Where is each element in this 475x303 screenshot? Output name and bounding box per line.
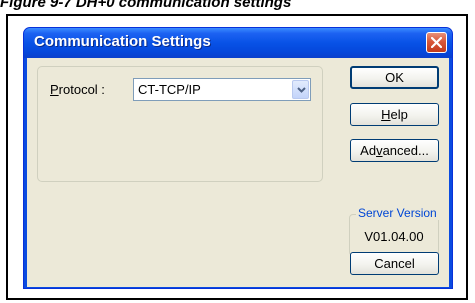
server-version-group: Server Version V01.04.00 bbox=[349, 206, 439, 256]
protocol-label-accel: P bbox=[50, 82, 59, 97]
chevron-down-icon bbox=[297, 87, 306, 93]
help-button-rest: elp bbox=[390, 107, 408, 122]
protocol-select[interactable]: CT-TCP/IP bbox=[133, 78, 311, 101]
close-icon bbox=[431, 37, 442, 48]
cancel-button[interactable]: Cancel bbox=[350, 252, 439, 275]
figure-caption: Figure 9-7 DH+0 communication settings bbox=[0, 0, 292, 11]
help-button-accel: H bbox=[381, 107, 391, 122]
protocol-group: Protocol : CT-TCP/IP bbox=[37, 66, 323, 182]
window-title: Communication Settings bbox=[34, 33, 211, 50]
server-version-legend: Server Version bbox=[356, 206, 439, 220]
protocol-label: Protocol : bbox=[50, 82, 105, 97]
advanced-button-post: anced... bbox=[382, 143, 429, 158]
title-bar[interactable]: Communication Settings bbox=[24, 28, 452, 58]
server-version-value: V01.04.00 bbox=[364, 229, 424, 244]
help-button[interactable]: Help bbox=[350, 103, 439, 126]
close-button[interactable] bbox=[426, 32, 447, 53]
advanced-button-pre: Ad bbox=[360, 143, 377, 158]
protocol-select-value: CT-TCP/IP bbox=[138, 82, 201, 97]
protocol-dropdown-button[interactable] bbox=[292, 80, 309, 99]
ok-button[interactable]: OK bbox=[350, 66, 439, 89]
dialog-client-area: Protocol : CT-TCP/IP OK Help Advanced...… bbox=[27, 58, 449, 287]
dialog-window: Communication Settings Protocol : CT-TCP… bbox=[23, 27, 453, 289]
advanced-button[interactable]: Advanced... bbox=[350, 139, 439, 162]
protocol-label-rest: rotocol : bbox=[58, 82, 105, 97]
